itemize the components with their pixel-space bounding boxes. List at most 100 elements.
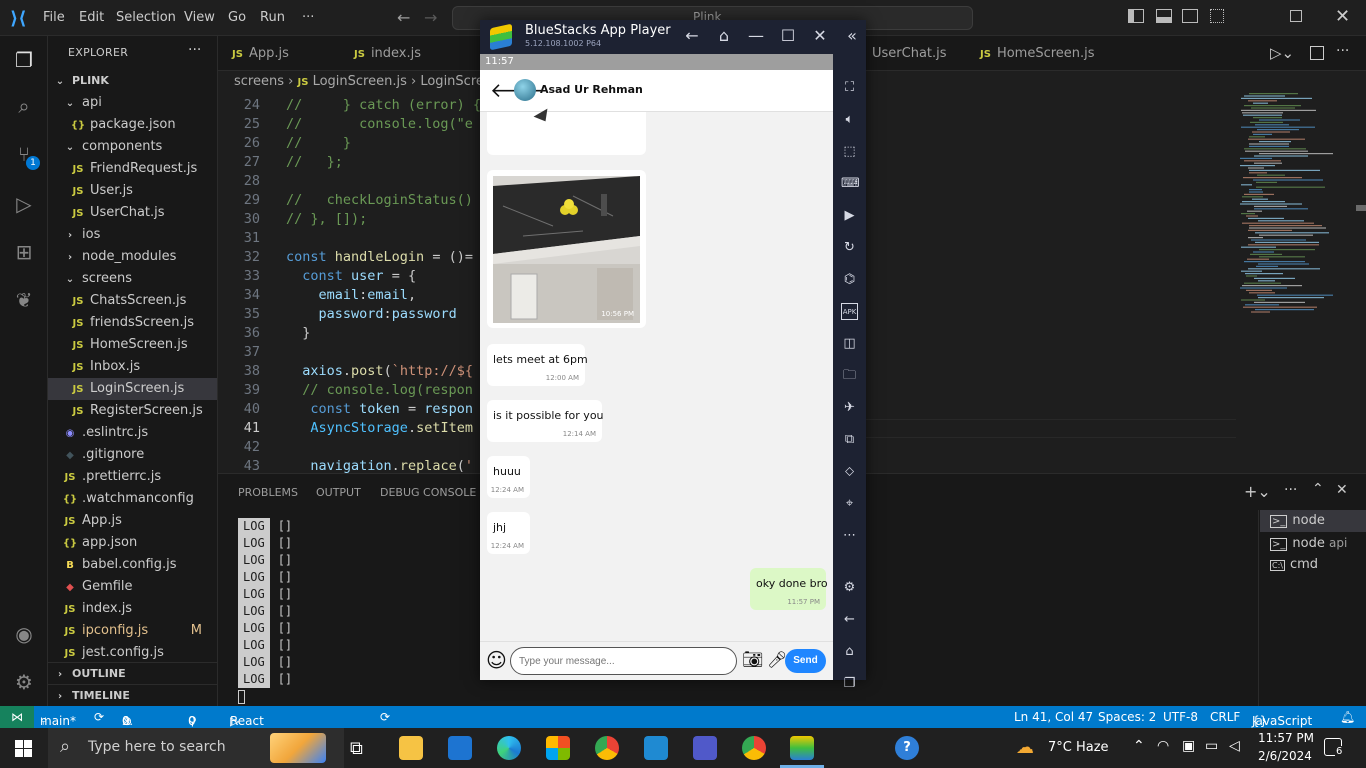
back-icon[interactable]: ← — [682, 26, 702, 46]
toggle-secondary-sidebar-icon[interactable] — [1182, 9, 1198, 23]
nav-back-icon[interactable]: ← — [397, 8, 410, 27]
outline-section[interactable]: › OUTLINE — [48, 662, 217, 684]
menu-selection[interactable]: Selection — [116, 10, 176, 25]
tree-item[interactable]: JS RegisterScreen.js — [48, 400, 217, 422]
terminal-node-api[interactable]: >_ node api — [1260, 532, 1366, 554]
windows-start-icon[interactable] — [15, 740, 32, 757]
taskbar-search[interactable]: ⌕ Type here to search — [48, 728, 344, 768]
show-hidden-icons-icon[interactable]: ⌃ — [1133, 738, 1145, 754]
explorer-root-folder[interactable]: ⌄ PLINK — [48, 70, 217, 92]
tree-item[interactable]: JS User.js — [48, 180, 217, 202]
android-home-icon[interactable]: ⌂ — [841, 643, 858, 660]
tree-item[interactable]: Bbabel.config.js — [48, 554, 217, 576]
terminal-cmd[interactable]: C:\ cmd — [1260, 554, 1366, 576]
more-icon[interactable]: ⋯ — [841, 527, 858, 544]
vscode-icon[interactable] — [644, 736, 668, 760]
tree-item[interactable]: ◆ Gemfile — [48, 576, 217, 598]
battery-icon[interactable]: ▭ — [1205, 738, 1218, 754]
menu-edit[interactable]: Edit — [79, 10, 104, 25]
refresh-icon[interactable]: ⟳ — [380, 710, 390, 724]
manage-gear-icon[interactable]: ⚙ — [12, 670, 36, 694]
code-line[interactable]: 33 const user = { — [218, 267, 480, 286]
code-line[interactable]: 40 const token = respon — [218, 400, 480, 419]
rotate-icon[interactable]: ↻ — [841, 239, 858, 256]
tree-item[interactable]: ⌄ screens — [48, 268, 217, 290]
tree-item[interactable]: › ios — [48, 224, 217, 246]
airplane-icon[interactable]: ✈ — [841, 399, 858, 416]
chrome-profile-icon[interactable] — [595, 736, 619, 760]
volume-icon[interactable]: ◁ — [1229, 738, 1240, 754]
minimize-icon[interactable]: — — [746, 26, 766, 46]
new-terminal-icon[interactable]: +⌄ — [1244, 482, 1271, 501]
screenshot-icon[interactable]: ◫ — [841, 335, 858, 352]
pointer-icon[interactable]: ⬚ — [841, 143, 858, 160]
menu-view[interactable]: View — [184, 10, 215, 25]
location-icon[interactable]: ⌖ — [841, 495, 858, 512]
restore-window-icon[interactable] — [1290, 10, 1302, 22]
toggle-panel-icon[interactable] — [1156, 9, 1172, 23]
tree-item[interactable]: JS jest.config.js — [48, 642, 217, 664]
code-line[interactable]: 32 const handleLogin = ()= — [218, 248, 480, 267]
recent-apps-icon[interactable]: ❐ — [841, 675, 858, 692]
received-message[interactable]: is it possible for you 12:14 AM — [487, 400, 604, 442]
code-line[interactable]: 39 // console.log(respon — [218, 381, 480, 400]
sent-message[interactable]: oky done bro 11:57 PM — [750, 568, 828, 610]
code-line[interactable]: 37 — [218, 343, 480, 362]
contact-avatar[interactable] — [514, 79, 536, 101]
account-icon[interactable]: ◉ — [12, 622, 36, 646]
code-line[interactable]: 25 // console.log("e — [218, 115, 480, 134]
clock-time[interactable]: 11:57 PM — [1258, 731, 1314, 745]
tree-item[interactable]: JS index.js — [48, 598, 217, 620]
code-line[interactable]: 30 // }, []); — [218, 210, 480, 229]
code-editor[interactable]: 24 // } catch (error) {25 // console.log("… — [218, 93, 480, 473]
multi-instance-icon[interactable]: ⧉ — [841, 431, 858, 448]
timeline-section[interactable]: › TIMELINE — [48, 684, 217, 706]
code-line[interactable]: 27 // }; — [218, 153, 480, 172]
tab-problems[interactable]: PROBLEMS — [238, 486, 298, 499]
code-line[interactable]: 26 // } — [218, 134, 480, 153]
code-line[interactable]: 42 — [218, 438, 480, 457]
camera-privacy-icon[interactable]: ▣ — [1182, 738, 1195, 754]
image-message[interactable]: 10:56 PM — [487, 170, 646, 328]
tab-app-js[interactable]: JS App.js — [218, 36, 338, 71]
breadcrumb-folder[interactable]: screens — [234, 74, 284, 89]
received-message[interactable]: huuu 12:24 AM — [487, 456, 530, 498]
minimap[interactable] — [1236, 93, 1356, 473]
tree-item[interactable]: JS Inbox.js — [48, 356, 217, 378]
tab-debug-console[interactable]: DEBUG CONSOLE — [380, 486, 476, 499]
code-line[interactable]: 29 // checkLoginStatus() — [218, 191, 480, 210]
code-line[interactable]: 31 — [218, 229, 480, 248]
indentation[interactable]: Spaces: 2 — [1098, 710, 1156, 724]
code-line[interactable]: 34 email:email, — [218, 286, 480, 305]
tree-item[interactable]: JS ipconfig.js M — [48, 620, 217, 642]
tree-item[interactable]: JS ChatsScreen.js — [48, 290, 217, 312]
tab-userchat-js[interactable]: UserChat.js — [858, 36, 966, 71]
android-back-icon[interactable]: ← — [841, 611, 858, 628]
volume-icon[interactable]: 🔈︎ — [841, 111, 858, 128]
close-icon[interactable]: ✕ — [810, 26, 830, 46]
clock-date[interactable]: 2/6/2024 — [1258, 749, 1312, 763]
editor-scrollbar[interactable] — [1356, 205, 1366, 211]
bluestacks-icon[interactable] — [790, 736, 814, 760]
macro-icon[interactable]: ⌬ — [841, 271, 858, 288]
apk-icon[interactable]: APK — [841, 303, 858, 320]
toggle-sidebar-icon[interactable] — [1128, 9, 1144, 23]
search-icon[interactable]: ⌕ — [12, 94, 36, 118]
tree-item[interactable]: {} .watchmanconfig — [48, 488, 217, 510]
breadcrumb-file[interactable]: LoginScreen.js — [313, 74, 407, 89]
code-line[interactable]: 36 } — [218, 324, 480, 343]
tree-item[interactable]: ◆ .gitignore — [48, 444, 217, 466]
breadcrumb-symbol[interactable]: LoginScre — [420, 74, 480, 89]
microsoft-store-icon[interactable] — [546, 736, 570, 760]
tree-item[interactable]: JS LoginScreen.js — [48, 378, 217, 400]
message-input[interactable] — [510, 647, 737, 675]
contact-name[interactable]: Asad Ur Rehman — [540, 83, 643, 96]
menu-run[interactable]: Run — [260, 10, 285, 25]
task-view-icon[interactable]: ⧉ — [350, 738, 363, 759]
tree-item[interactable]: ◉ .eslintrc.js — [48, 422, 217, 444]
camera-icon[interactable]: 📷︎ — [742, 650, 764, 670]
maximize-icon[interactable]: ☐ — [778, 26, 798, 46]
tree-item[interactable]: ⌄ components — [48, 136, 217, 158]
weather-text[interactable]: 7°C Haze — [1048, 740, 1109, 755]
play-icon[interactable]: ▶ — [841, 207, 858, 224]
